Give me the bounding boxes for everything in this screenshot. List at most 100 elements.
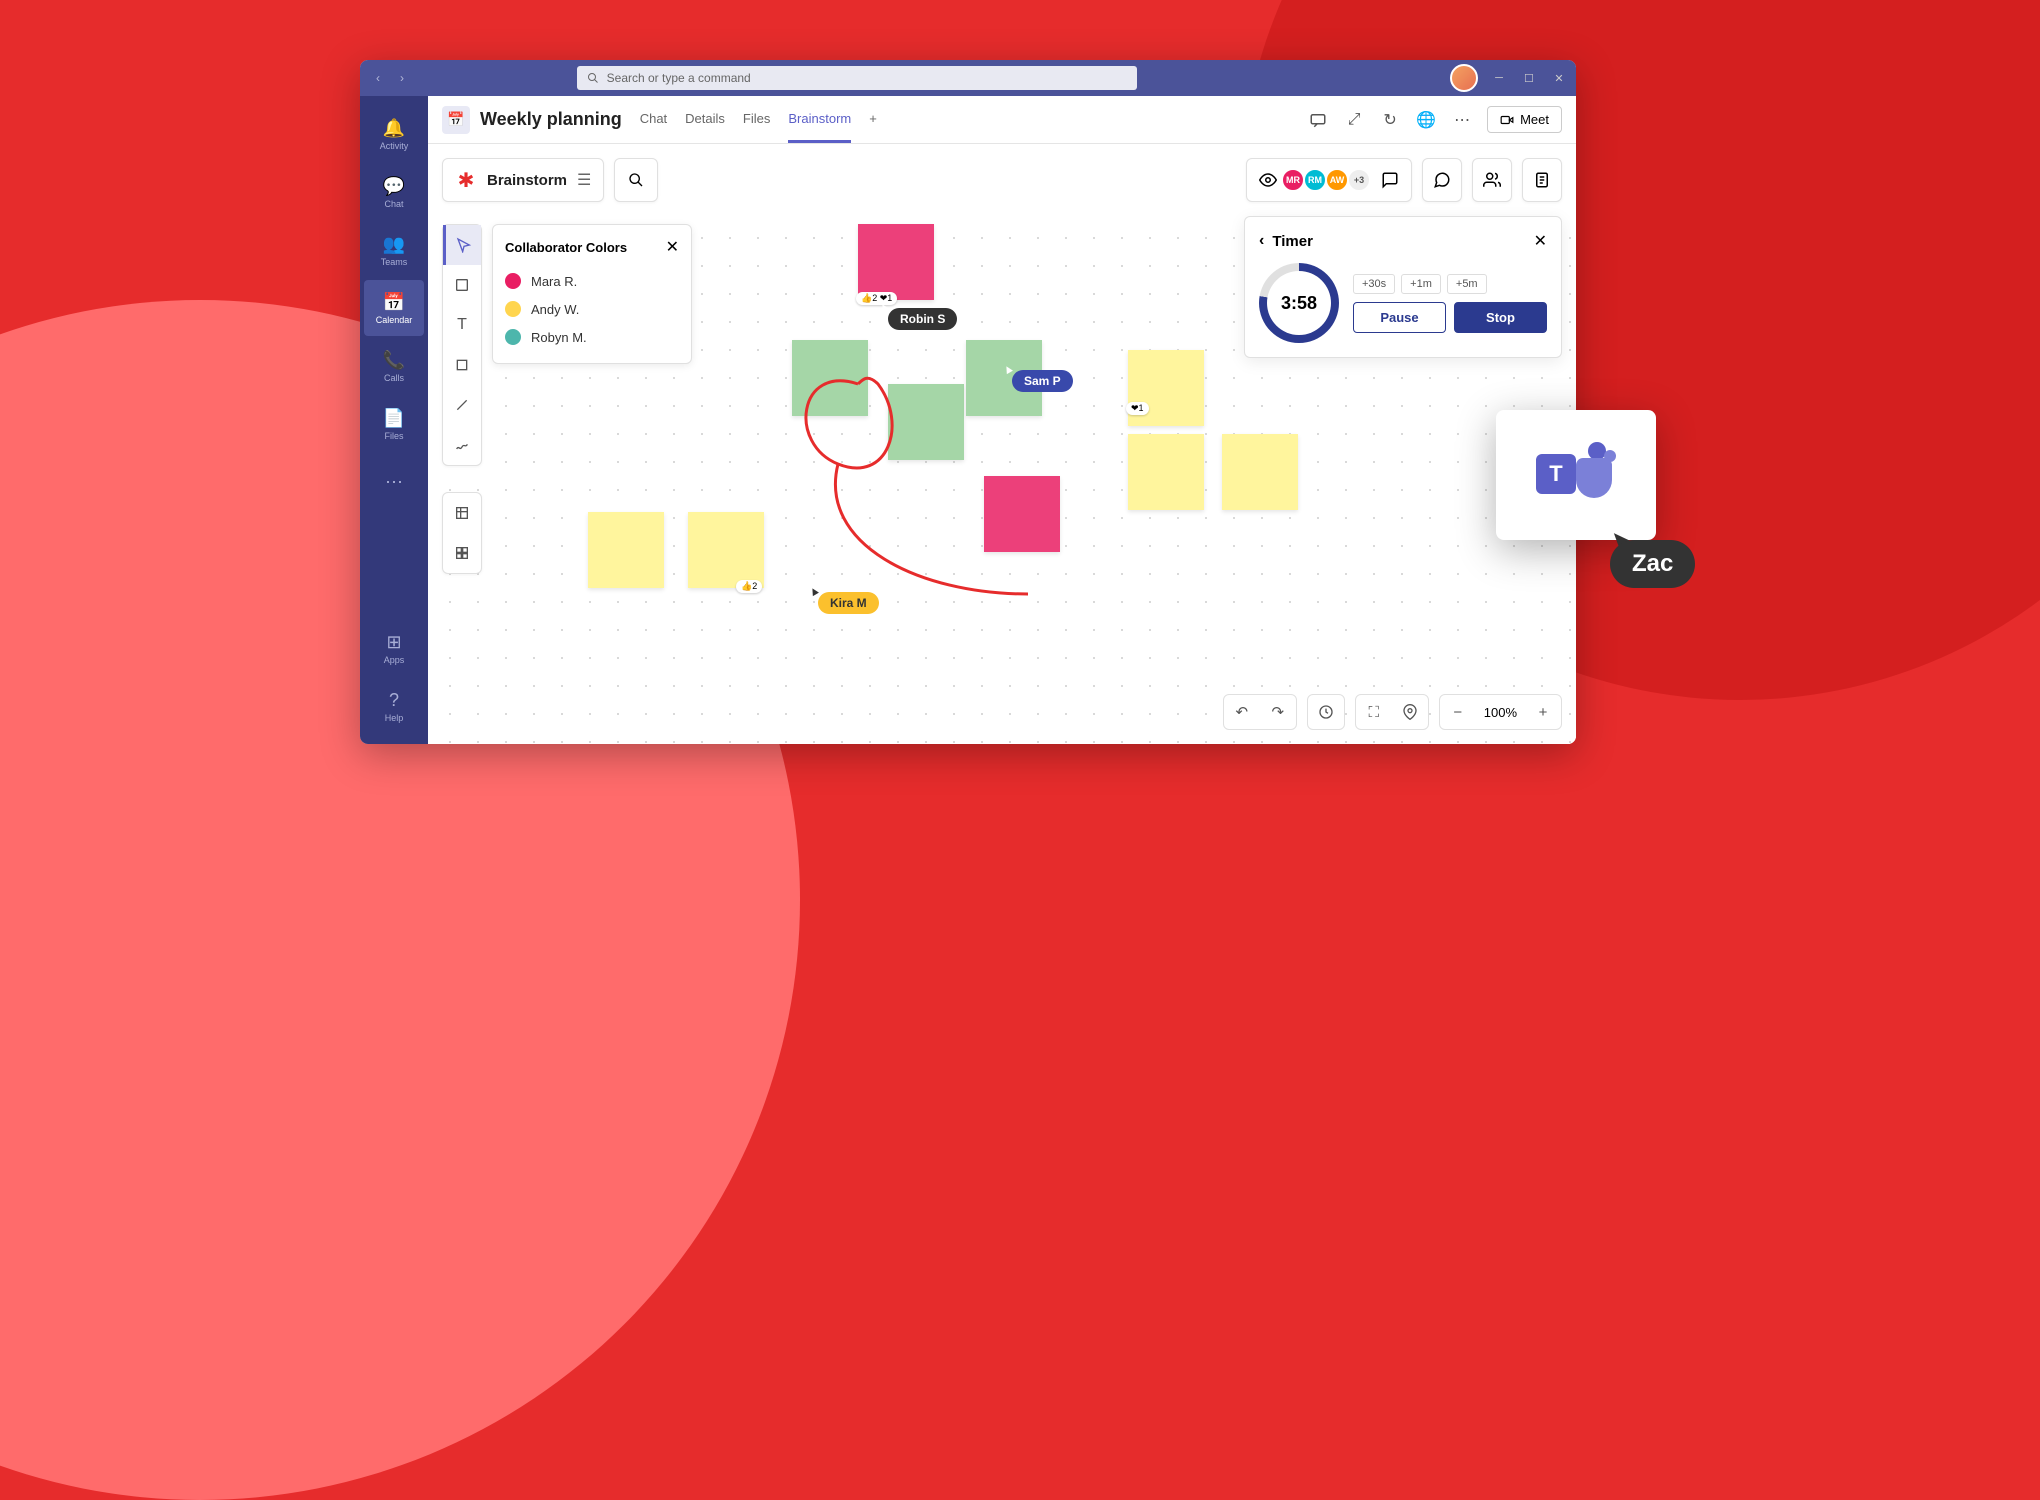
tool-freehand[interactable] [443,425,481,465]
nav-back-icon[interactable]: ‹ [368,68,388,88]
undo-button[interactable]: ↶ [1224,703,1260,721]
reaction-badge[interactable]: ❤1 [1126,402,1149,415]
timer-pause-button[interactable]: Pause [1353,302,1446,333]
sticky-note[interactable] [688,512,764,588]
presence-avatar[interactable]: RM [1303,168,1327,192]
chat-icon: 💬 [383,176,405,197]
tool-shape[interactable] [443,345,481,385]
canvas-controls: ↶ ↷ ⛶ − [1223,694,1562,730]
channel-icon: 📅 [442,106,470,134]
presence-more[interactable]: +3 [1347,168,1371,192]
reaction-badge[interactable]: 👍2 [736,580,762,593]
close-icon[interactable]: ✕ [1534,231,1547,251]
channel-header: 📅 Weekly planning Chat Details Files Bra… [428,96,1576,144]
timer-add-30s[interactable]: +30s [1353,274,1395,294]
add-tab-button[interactable]: + [869,97,877,143]
redo-button[interactable]: ↷ [1260,703,1296,721]
collab-name: Robyn M. [531,330,587,345]
nav-activity[interactable]: 🔔 Activity [364,106,424,162]
nav-chat[interactable]: 💬 Chat [364,164,424,220]
meet-button[interactable]: Meet [1487,106,1562,133]
nav-apps[interactable]: ⊞ Apps [364,620,424,676]
nav-teams[interactable]: 👥 Teams [364,222,424,278]
globe-icon[interactable]: 🌐 [1415,109,1437,131]
fullscreen-button[interactable]: ⛶ [1356,704,1392,721]
lucid-logo-icon: ✱ [455,169,477,191]
conversation-icon[interactable] [1307,109,1329,131]
tab-brainstorm[interactable]: Brainstorm [788,97,851,143]
apps-icon: ⊞ [386,632,401,653]
tool-tray-2 [442,492,482,574]
presence-avatar[interactable]: MR [1281,168,1305,192]
doc-search-button[interactable] [614,158,658,202]
collab-name: Mara R. [531,274,577,289]
nav-calls[interactable]: 📞 Calls [364,338,424,394]
collaborators-button[interactable] [1472,158,1512,202]
nav-label: Help [385,713,404,723]
cursor-robin: Robin S [888,308,957,330]
tool-tray: T [442,224,482,466]
tool-sticky[interactable] [443,265,481,305]
eye-icon[interactable] [1259,171,1277,189]
doc-menu-icon[interactable]: ☰ [577,170,591,190]
meet-label: Meet [1520,112,1549,127]
tool-line[interactable] [443,385,481,425]
timer-stop-button[interactable]: Stop [1454,302,1547,333]
history-button[interactable] [1308,704,1344,720]
expand-icon[interactable]: ⤢ [1343,109,1365,131]
nav-files[interactable]: 📄 Files [364,396,424,452]
sticky-note[interactable] [888,384,964,460]
location-button[interactable] [1392,704,1428,720]
bell-icon: 🔔 [383,118,405,139]
close-icon[interactable]: ✕ [666,237,679,257]
timer-title: Timer [1272,233,1313,250]
sticky-note[interactable] [858,224,934,300]
nav-label: Calls [384,373,404,383]
timer-add-1m[interactable]: +1m [1401,274,1441,294]
minimize-button[interactable]: ─ [1490,69,1508,87]
timer-add-5m[interactable]: +5m [1447,274,1487,294]
nav-label: Calendar [376,315,413,325]
zoom-out-button[interactable]: − [1440,704,1476,721]
presence-avatar[interactable]: AW [1325,168,1349,192]
search-input[interactable]: Search or type a command [577,66,1137,90]
nav-label: Apps [384,655,405,665]
sticky-note[interactable] [1222,434,1298,510]
search-icon [587,72,599,84]
zoom-value: 100% [1476,705,1525,720]
tab-files[interactable]: Files [743,97,770,143]
zoom-in-button[interactable]: + [1525,704,1561,721]
tool-frame[interactable] [443,493,481,533]
more-options-icon[interactable]: ⋯ [1451,109,1473,131]
sticky-note[interactable] [984,476,1060,552]
close-button[interactable]: ✕ [1550,69,1568,87]
refresh-icon[interactable]: ↻ [1379,109,1401,131]
sticky-note[interactable] [588,512,664,588]
teams-popup: T [1496,410,1656,540]
tool-grid[interactable] [443,533,481,573]
video-icon [1500,113,1514,127]
user-avatar[interactable] [1450,64,1478,92]
search-placeholder: Search or type a command [607,71,751,85]
comment-icon[interactable] [1381,171,1399,189]
tab-chat[interactable]: Chat [640,97,667,143]
sticky-note[interactable] [1128,434,1204,510]
nav-more[interactable]: ⋯ [364,454,424,510]
chat-button[interactable] [1422,158,1462,202]
back-icon[interactable]: ‹ [1259,232,1264,250]
tool-text[interactable]: T [443,305,481,345]
tool-select[interactable] [443,225,481,265]
nav-help[interactable]: ? Help [364,678,424,734]
maximize-button[interactable]: ☐ [1520,69,1538,87]
nav-forward-icon[interactable]: › [392,68,412,88]
nav-calendar[interactable]: 📅 Calendar [364,280,424,336]
sticky-note[interactable] [792,340,868,416]
cursor-kira: Kira M [818,592,879,614]
tab-details[interactable]: Details [685,97,725,143]
nav-label: Chat [384,199,403,209]
file-icon: 📄 [383,408,405,429]
cursor-zac: Zac [1610,540,1695,588]
color-dot [505,273,521,289]
phone-icon: 📞 [383,350,405,371]
notes-button[interactable] [1522,158,1562,202]
